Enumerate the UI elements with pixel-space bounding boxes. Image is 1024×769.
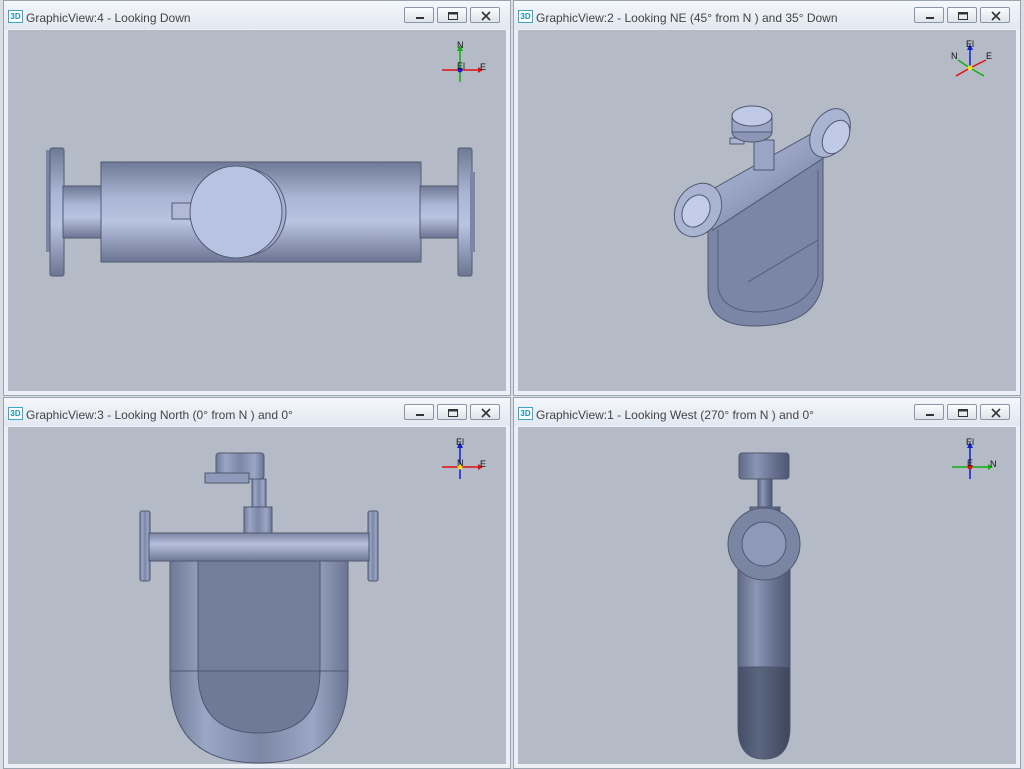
flowmeter-isometric-view xyxy=(673,105,851,327)
restore-button[interactable] xyxy=(947,7,977,23)
axis-label-east: E xyxy=(967,458,973,468)
axis-label-elevation: El xyxy=(457,61,465,71)
graphic-viewport[interactable]: El E N xyxy=(518,427,1016,764)
title-bar[interactable]: 3D GraphicView:3 - Looking North (0° fro… xyxy=(4,398,510,426)
minimize-icon xyxy=(416,414,424,416)
axis-label-east: E xyxy=(480,459,486,469)
3d-app-icon: 3D xyxy=(518,10,533,23)
minimize-button[interactable] xyxy=(914,404,944,420)
graphic-view-2-window: 3D GraphicView:2 - Looking NE (45° from … xyxy=(513,0,1021,396)
close-button[interactable] xyxy=(470,7,500,23)
restore-icon xyxy=(448,409,458,417)
graphic-viewport[interactable]: N El E xyxy=(8,30,506,391)
restore-button[interactable] xyxy=(437,7,467,23)
close-icon xyxy=(481,408,491,418)
graphic-view-3-window: 3D GraphicView:3 - Looking North (0° fro… xyxy=(3,397,511,769)
restore-button[interactable] xyxy=(437,404,467,420)
minimize-icon xyxy=(926,414,934,416)
axis-triad-icon: El N E xyxy=(951,40,992,77)
graphic-viewport[interactable]: El N E xyxy=(518,30,1016,391)
graphic-view-4-window: 3D GraphicView:4 - Looking Down N El E xyxy=(3,0,511,396)
title-bar[interactable]: 3D GraphicView:4 - Looking Down xyxy=(4,1,510,29)
window-title: GraphicView:4 - Looking Down xyxy=(26,11,191,25)
3d-app-icon: 3D xyxy=(8,10,23,23)
close-button[interactable] xyxy=(470,404,500,420)
flowmeter-north-view xyxy=(139,452,379,764)
close-icon xyxy=(991,11,1001,21)
restore-icon xyxy=(448,12,458,20)
close-icon xyxy=(481,11,491,21)
window-title: GraphicView:2 - Looking NE (45° from N )… xyxy=(536,11,838,25)
axis-triad-icon: El E N xyxy=(952,437,996,479)
axis-label-elevation: El xyxy=(966,40,974,49)
title-bar[interactable]: 3D GraphicView:1 - Looking West (270° fr… xyxy=(514,398,1020,426)
close-icon xyxy=(991,408,1001,418)
close-button[interactable] xyxy=(980,7,1010,23)
minimize-icon xyxy=(416,17,424,19)
3d-app-icon: 3D xyxy=(518,407,533,420)
graphic-viewport[interactable]: El N E xyxy=(8,427,506,764)
restore-icon xyxy=(958,12,968,20)
window-title: GraphicView:1 - Looking West (270° from … xyxy=(536,408,814,422)
minimize-button[interactable] xyxy=(404,7,434,23)
axis-triad-icon: El N E xyxy=(442,437,486,479)
minimize-button[interactable] xyxy=(914,7,944,23)
graphic-view-1-window: 3D GraphicView:1 - Looking West (270° fr… xyxy=(513,397,1021,769)
restore-button[interactable] xyxy=(947,404,977,420)
flowmeter-west-view xyxy=(727,452,801,760)
axis-label-north: N xyxy=(990,459,996,469)
close-button[interactable] xyxy=(980,404,1010,420)
axis-label-east: E xyxy=(986,51,992,61)
flowmeter-top-view xyxy=(46,147,475,277)
minimize-button[interactable] xyxy=(404,404,434,420)
axis-triad-icon: N El E xyxy=(442,40,486,82)
axis-label-elevation: El xyxy=(456,437,464,447)
window-title: GraphicView:3 - Looking North (0° from N… xyxy=(26,408,293,422)
title-bar[interactable]: 3D GraphicView:2 - Looking NE (45° from … xyxy=(514,1,1020,29)
minimize-icon xyxy=(926,17,934,19)
axis-label-north: N xyxy=(457,40,464,50)
axis-label-north: N xyxy=(951,51,958,61)
3d-app-icon: 3D xyxy=(8,407,23,420)
axis-label-elevation: El xyxy=(966,437,974,447)
axis-label-north: N xyxy=(457,458,464,468)
axis-label-east: E xyxy=(480,62,486,72)
restore-icon xyxy=(958,409,968,417)
